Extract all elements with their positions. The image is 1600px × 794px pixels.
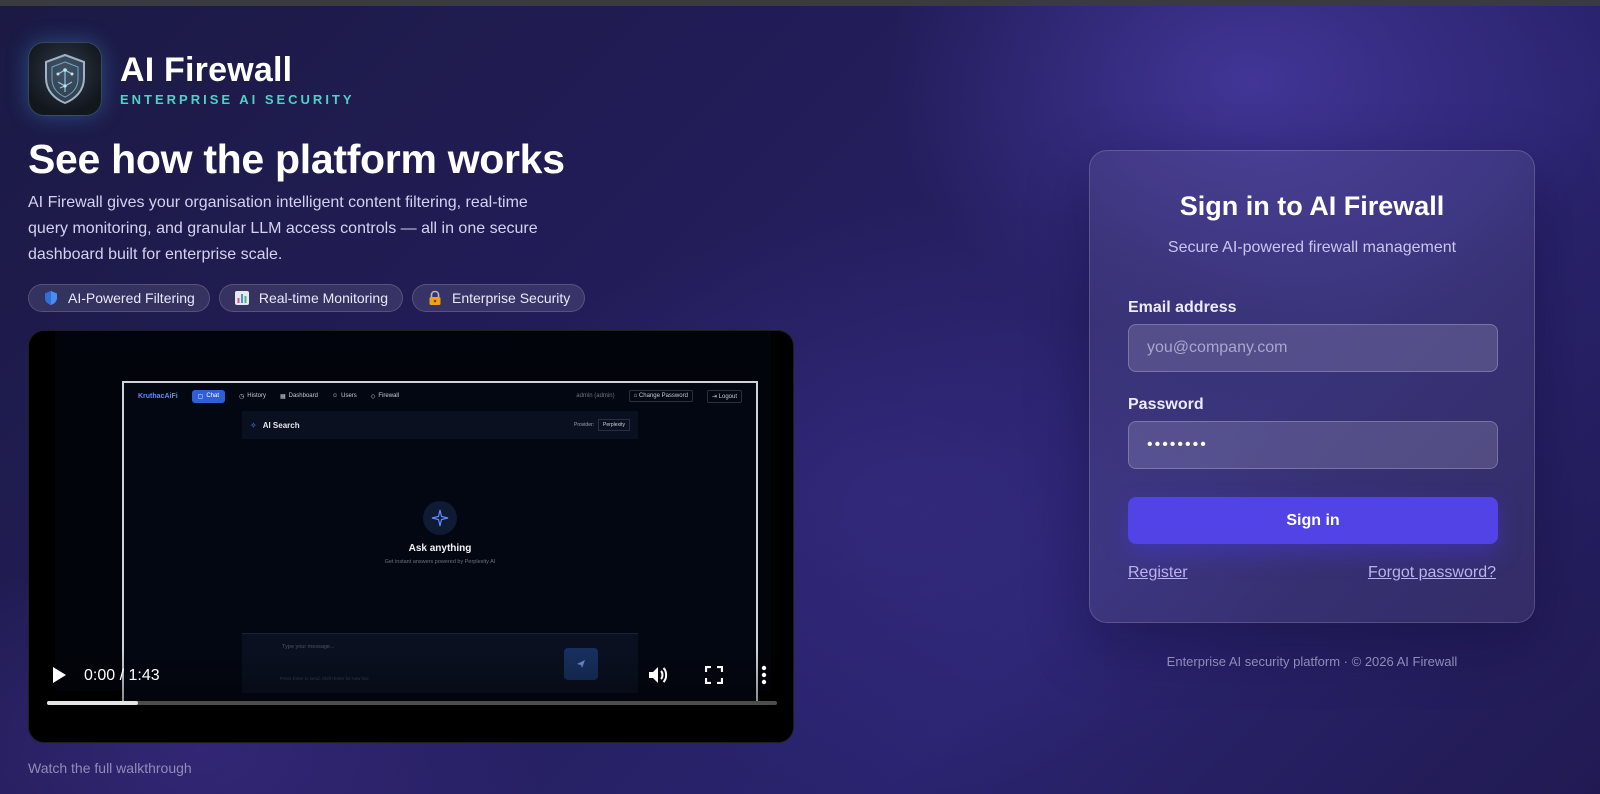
video-caption: Watch the full walkthrough — [28, 760, 192, 776]
fullscreen-icon[interactable] — [704, 665, 724, 685]
pill-label: Real-time Monitoring — [258, 290, 388, 306]
screen-ai-search-header: ✧ AI Search Provider: Perplexity — [242, 411, 638, 439]
screen-ask-description: Get instant answers powered by Perplexit… — [384, 559, 496, 565]
more-options-icon[interactable] — [761, 665, 767, 685]
forgot-password-link[interactable]: Forgot password? — [1368, 564, 1496, 582]
bar-chart-icon — [234, 290, 250, 306]
password-label: Password — [1128, 396, 1204, 413]
shield-icon — [43, 290, 59, 306]
brand-title: AI Firewall — [120, 50, 293, 89]
video-progress-bar[interactable] — [47, 701, 777, 705]
feature-pills: AI-Powered Filtering Real-time Monitorin… — [28, 284, 586, 312]
screen-change-password: ⌂ Change Password — [628, 390, 693, 402]
play-icon[interactable] — [51, 666, 67, 684]
pill-label: Enterprise Security — [452, 290, 571, 306]
chat-icon: ▢ — [197, 393, 204, 400]
signin-card: Sign in to AI Firewall Secure AI-powered… — [1089, 150, 1535, 623]
pill-ai-filtering: AI-Powered Filtering — [28, 284, 210, 312]
lock-icon: ⌂ — [633, 393, 638, 399]
screen-tab-history: ◷ History — [239, 393, 266, 400]
sparkle-icon: ✧ — [250, 420, 257, 430]
screen-tab-users: ☺ Users — [331, 393, 357, 399]
video-frame: KruthacAiFi ▢ Chat ◷ History ▦ Dashboard ☺ U… — [55, 331, 771, 701]
hero-description: AI Firewall gives your organisation inte… — [28, 194, 538, 263]
screen-tab-chat: ▢ Chat — [191, 389, 226, 403]
shield-circuit-icon — [28, 42, 102, 116]
users-icon: ☺ — [331, 393, 339, 399]
dashboard-icon: ▦ — [279, 393, 286, 400]
lock-icon — [427, 290, 443, 306]
shield-icon: ◇ — [370, 393, 376, 400]
email-label: Email address — [1128, 299, 1237, 316]
screen-tab-dashboard: ▦ Dashboard — [279, 393, 318, 400]
screen-provider: Provider: Perplexity — [574, 419, 630, 431]
email-field[interactable] — [1128, 324, 1498, 372]
video-controls: 0:00 / 1:43 — [29, 649, 793, 742]
video-progress-fill — [47, 701, 138, 705]
screen-user: admin (admin) — [576, 393, 615, 399]
pill-realtime-monitoring: Real-time Monitoring — [218, 284, 403, 312]
window-top-bar — [0, 0, 1600, 6]
history-icon: ◷ — [239, 393, 245, 400]
screen-empty-state: Ask anything Get instant answers powered… — [124, 501, 756, 565]
hero-headline: See how the platform works — [28, 136, 565, 182]
screen-tab-firewall: ◇ Firewall — [370, 393, 400, 400]
screen-navbar: KruthacAiFi ▢ Chat ◷ History ▦ Dashboard ☺ U… — [124, 383, 756, 409]
sparkle-icon — [423, 501, 457, 535]
password-field[interactable] — [1128, 421, 1498, 469]
screen-brand: KruthacAiFi — [138, 392, 178, 400]
signin-subtitle: Secure AI-powered firewall management — [1167, 239, 1457, 256]
signin-title: Sign in to AI Firewall — [1179, 191, 1445, 221]
video-time: 0:00 / 1:43 — [84, 667, 160, 684]
logout-icon: ⇥ — [711, 393, 717, 400]
screen-ask-title: Ask anything — [408, 543, 472, 554]
brand-header: AI Firewall ENTERPRISE AI SECURITY — [28, 42, 355, 116]
screen-logout: ⇥ Logout — [706, 389, 742, 403]
signin-button[interactable]: Sign in — [1128, 497, 1498, 544]
volume-icon[interactable] — [647, 665, 669, 685]
pill-label: AI-Powered Filtering — [68, 290, 195, 306]
walkthrough-video[interactable]: KruthacAiFi ▢ Chat ◷ History ▦ Dashboard ☺ U… — [28, 330, 794, 743]
brand-subtitle: ENTERPRISE AI SECURITY — [120, 91, 355, 107]
pill-enterprise-security: Enterprise Security — [412, 284, 586, 312]
register-link[interactable]: Register — [1128, 564, 1188, 582]
footer-text: Enterprise AI security platform · © 2026… — [1166, 654, 1458, 669]
